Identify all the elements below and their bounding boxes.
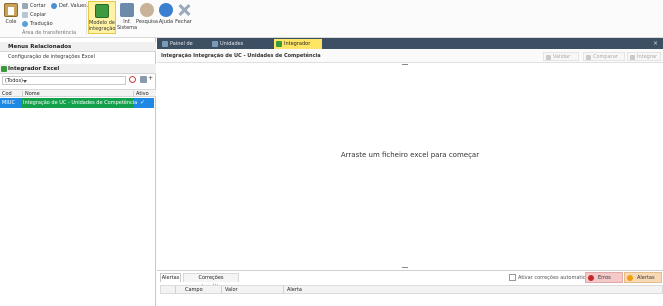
excel-integrator-header: Integrador Excel — [0, 64, 156, 74]
clipboard-icon — [4, 3, 18, 17]
alerts-panel: Alertas Correções automáticas Ativar cor… — [157, 270, 663, 306]
excel-integrator-title: Integrador Excel — [8, 66, 60, 72]
help-label: Ajuda — [158, 19, 174, 25]
errors-label: Erros — [598, 275, 611, 281]
col-header-nome[interactable]: Nome — [25, 91, 40, 97]
close-label: Fechar — [175, 19, 192, 25]
validate-icon — [546, 55, 551, 60]
divider — [221, 286, 222, 294]
divider — [283, 286, 284, 294]
col-header-campo[interactable]: Campo — [185, 287, 203, 293]
row-ativo-checkbox[interactable]: ✓ — [140, 99, 145, 106]
filter-select[interactable]: (Todos) — [2, 76, 126, 85]
related-menu-item[interactable]: Configuração de integrações Excel — [8, 54, 95, 60]
translation-icon — [22, 21, 28, 27]
copy-icon — [22, 12, 28, 18]
drop-instruction: Arraste um ficheiro excel para começar — [340, 151, 480, 159]
compare-label: Comparar — [593, 54, 618, 60]
excel-drop-area[interactable]: Arraste um ficheiro excel para começar — [157, 64, 663, 269]
integrate-icon — [630, 55, 635, 60]
warning-icon — [627, 275, 633, 281]
related-menus-title: Menus Relacionados — [8, 44, 72, 50]
errors-button[interactable]: Erros — [585, 272, 623, 283]
validate-label: Validar — [553, 54, 571, 60]
col-header-ativo[interactable]: Ativo — [136, 91, 149, 97]
auto-corrections-checkbox[interactable] — [509, 274, 516, 281]
alerts-grid-header: Campo Valor Alerta — [160, 285, 663, 294]
integration-model-button[interactable]: Modelo de integração — [88, 1, 116, 34]
paste-button[interactable]: Cole — [3, 3, 19, 25]
help-button[interactable]: Ajuda — [158, 3, 174, 25]
tab-correcoes[interactable]: Correções automáticas — [183, 273, 239, 290]
filter-select-value: (Todos) — [5, 78, 24, 84]
translation-label: Tradução — [30, 21, 53, 27]
values-icon — [51, 3, 57, 9]
integration-model-label: Modelo de integração — [88, 20, 116, 32]
cut-label: Cortar — [30, 3, 46, 9]
divider — [22, 91, 23, 97]
excel-header-icon — [1, 66, 7, 72]
copy-label: Copiar — [30, 12, 47, 18]
excel-model-icon — [95, 4, 109, 18]
row-nome: Integração de UC - Unidades de Competênc… — [23, 100, 138, 106]
error-icon — [588, 275, 594, 281]
validate-button[interactable]: Validar — [543, 52, 579, 61]
compare-icon — [586, 55, 591, 60]
grid-header: Cod Nome Ativo — [0, 89, 156, 97]
scissors-icon — [22, 3, 28, 9]
clear-filter-icon[interactable] — [129, 76, 136, 83]
translation-button[interactable]: Tradução — [22, 20, 53, 28]
col-header-cod[interactable]: Cod — [2, 91, 12, 97]
col-header-valor[interactable]: Valor — [225, 287, 238, 293]
divider — [86, 2, 87, 34]
search-button[interactable]: Pesquisa — [136, 3, 158, 25]
alerts-label: Alertas — [637, 275, 655, 281]
paste-label: Cole — [5, 19, 17, 25]
col-header-alerta[interactable]: Alerta — [287, 287, 302, 293]
content-header: Integração Integração de UC - Unidades d… — [157, 49, 663, 63]
related-menus-header[interactable]: Menus Relacionados — [0, 42, 156, 52]
table-row[interactable]: MIUC Integração de UC - Unidades de Comp… — [0, 98, 154, 108]
filter-options-icon[interactable] — [140, 76, 147, 83]
system-info-label: Inf. Sistema — [116, 19, 138, 31]
ribbon-toolbar: Cole Cortar Copiar Tradução Def. Values.… — [0, 0, 663, 38]
integrate-button[interactable]: Integrar — [627, 52, 661, 61]
clipboard-group-label: Área de transferência — [22, 30, 77, 36]
add-icon[interactable]: + — [148, 75, 153, 82]
chevron-down-icon — [23, 80, 27, 83]
alerts-button[interactable]: Alertas — [624, 272, 662, 283]
dashboard-icon — [162, 41, 168, 47]
tabs-close-icon[interactable]: × — [653, 40, 658, 47]
copy-button[interactable]: Copiar — [22, 11, 46, 19]
tab-painel-de-bordo[interactable]: Painel de Bordo — [160, 39, 208, 57]
help-globe-icon — [159, 3, 173, 17]
system-info-icon — [120, 3, 134, 17]
system-info-button[interactable]: Inf. Sistema — [116, 3, 138, 31]
splitter-grip[interactable] — [402, 64, 408, 65]
tab-alertas-label: Alertas — [161, 275, 180, 281]
document-tabs-bar: Painel de Bordo Unidades Competência Int… — [157, 38, 663, 57]
divider — [175, 286, 176, 294]
competency-icon — [212, 41, 218, 47]
integration-title: Integração Integração de UC - Unidades d… — [161, 53, 321, 59]
search-people-icon — [140, 3, 154, 17]
compare-button[interactable]: Comparar — [583, 52, 625, 61]
divider — [133, 91, 134, 97]
left-panel: Menus Relacionados Configuração de integ… — [0, 38, 156, 306]
tab-unidades-competencia[interactable]: Unidades Competência — [210, 39, 270, 57]
row-cod: MIUC — [2, 100, 15, 106]
integrator-content: Integração Integração de UC - Unidades d… — [157, 49, 663, 306]
search-label: Pesquisa — [136, 19, 158, 25]
tab-integrador-excel[interactable]: Integrador Excel — [274, 39, 322, 57]
tab-alertas[interactable]: Alertas — [160, 273, 181, 282]
cut-button[interactable]: Cortar — [22, 2, 46, 10]
splitter-grip[interactable] — [402, 267, 408, 268]
close-button[interactable]: Fechar — [175, 3, 192, 25]
integrate-label: Integrar — [637, 54, 658, 60]
close-x-icon — [177, 3, 191, 17]
auto-corrections-label: Ativar correções automaticas — [518, 275, 592, 281]
excel-icon — [276, 41, 282, 47]
